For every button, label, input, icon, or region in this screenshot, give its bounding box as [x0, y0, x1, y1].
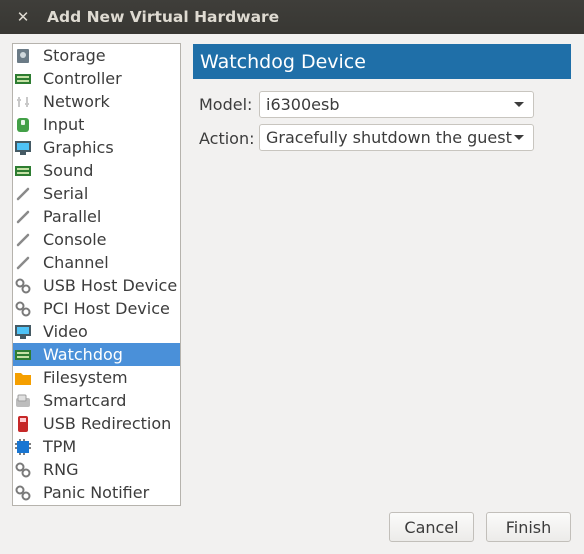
network-icon: [15, 94, 31, 110]
sidebar-item-smartcard[interactable]: Smartcard: [13, 389, 180, 412]
sidebar-item-label: Controller: [43, 69, 122, 88]
sidebar-item-label: RNG: [43, 460, 79, 479]
storage-icon: [15, 48, 31, 64]
sidebar-item-video[interactable]: Video: [13, 320, 180, 343]
sidebar-item-channel[interactable]: Channel: [13, 251, 180, 274]
sidebar-item-label: Filesystem: [43, 368, 128, 387]
page-title: Watchdog Device: [193, 44, 571, 79]
sidebar-item-label: Network: [43, 92, 110, 111]
sidebar-item-label: Serial: [43, 184, 89, 203]
action-select-value: Gracefully shutdown the guest: [266, 128, 512, 147]
sidebar-item-label: Panic Notifier: [43, 483, 150, 502]
sidebar-item-label: Smartcard: [43, 391, 127, 410]
usb-redirection-icon: [15, 415, 31, 432]
sidebar-item-label: USB Redirection: [43, 414, 172, 433]
sidebar-item-console[interactable]: Console: [13, 228, 180, 251]
sidebar-item-tpm[interactable]: TPM: [13, 435, 180, 458]
sidebar-item-label: Channel: [43, 253, 109, 272]
model-label: Model:: [199, 95, 253, 114]
sidebar-item-storage[interactable]: Storage: [13, 44, 180, 67]
sidebar-item-label: Storage: [43, 46, 106, 65]
parallel-icon: [15, 209, 31, 225]
title-bar: ✕ Add New Virtual Hardware: [0, 0, 584, 34]
video-icon: [15, 324, 31, 340]
sidebar-item-label: Console: [43, 230, 107, 249]
sidebar-item-sound[interactable]: Sound: [13, 159, 180, 182]
sidebar-item-label: Video: [43, 322, 88, 341]
sidebar-item-label: Sound: [43, 161, 94, 180]
smartcard-icon: [15, 393, 31, 409]
finish-button[interactable]: Finish: [486, 512, 571, 542]
sidebar-item-label: PCI Host Device: [43, 299, 170, 318]
action-row: Action:: [199, 129, 255, 148]
panic-notifier-icon: [15, 485, 31, 501]
sidebar-item-usb-redirection[interactable]: USB Redirection: [13, 412, 180, 435]
sidebar-item-filesystem[interactable]: Filesystem: [13, 366, 180, 389]
chevron-down-icon: [514, 135, 524, 140]
sidebar-item-controller[interactable]: Controller: [13, 67, 180, 90]
sidebar-item-label: Watchdog: [43, 345, 123, 364]
action-select[interactable]: Gracefully shutdown the guest: [259, 124, 534, 151]
action-label: Action:: [199, 129, 255, 148]
rng-icon: [15, 462, 31, 478]
sidebar-item-label: Input: [43, 115, 85, 134]
model-select[interactable]: i6300esb: [259, 91, 534, 118]
controller-icon: [15, 71, 31, 87]
watchdog-icon: [15, 347, 31, 363]
filesystem-icon: [15, 370, 31, 386]
usb-host-icon: [15, 278, 31, 294]
input-icon: [15, 117, 31, 133]
sidebar-item-usb-host-device[interactable]: USB Host Device: [13, 274, 180, 297]
window-title: Add New Virtual Hardware: [47, 8, 280, 26]
graphics-icon: [15, 140, 31, 156]
sidebar-item-label: Parallel: [43, 207, 102, 226]
sidebar-item-label: USB Host Device: [43, 276, 178, 295]
sidebar-item-label: TPM: [43, 437, 77, 456]
console-icon: [15, 232, 31, 248]
hardware-type-list[interactable]: Storage Controller Network Input Graphics Sou…: [12, 43, 181, 506]
close-icon[interactable]: ✕: [14, 8, 32, 26]
sidebar-item-panic-notifier[interactable]: Panic Notifier: [13, 481, 180, 504]
channel-icon: [15, 255, 31, 271]
sidebar-item-network[interactable]: Network: [13, 90, 180, 113]
sidebar-item-pci-host-device[interactable]: PCI Host Device: [13, 297, 180, 320]
sidebar-item-graphics[interactable]: Graphics: [13, 136, 180, 159]
sidebar-item-label: Graphics: [43, 138, 114, 157]
sidebar-item-input[interactable]: Input: [13, 113, 180, 136]
cancel-button[interactable]: Cancel: [389, 512, 474, 542]
sidebar-item-serial[interactable]: Serial: [13, 182, 180, 205]
chevron-down-icon: [514, 102, 524, 107]
model-row: Model:: [199, 95, 252, 114]
serial-icon: [15, 186, 31, 202]
tpm-icon: [15, 438, 31, 455]
model-select-value: i6300esb: [266, 95, 340, 114]
sidebar-item-watchdog[interactable]: Watchdog: [13, 343, 180, 366]
pci-host-icon: [15, 301, 31, 317]
sound-icon: [15, 163, 31, 179]
sidebar-item-parallel[interactable]: Parallel: [13, 205, 180, 228]
sidebar-item-rng[interactable]: RNG: [13, 458, 180, 481]
